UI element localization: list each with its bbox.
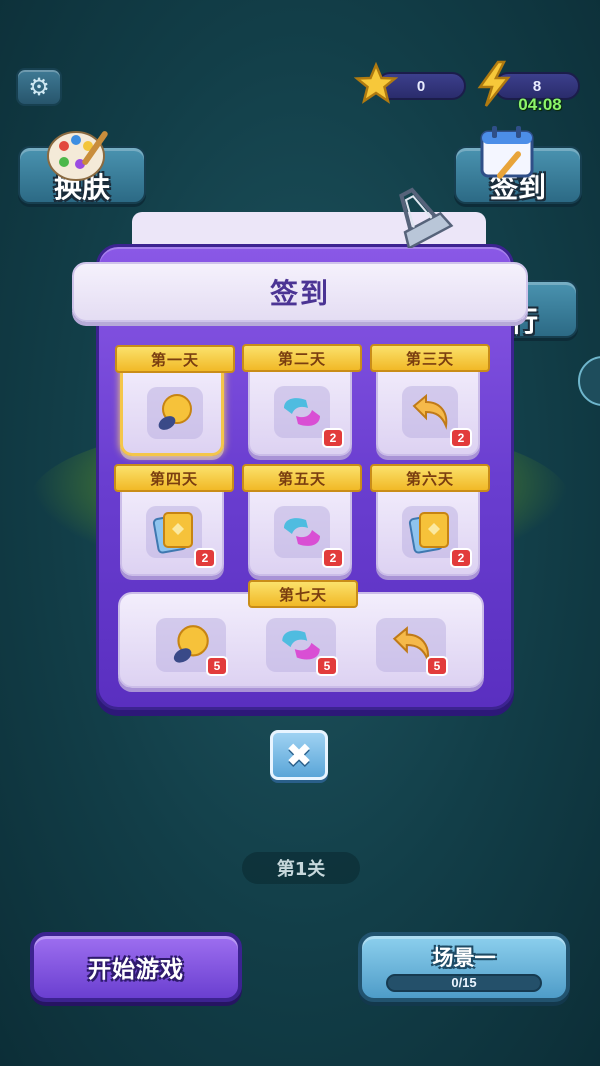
energy-count: 8 bbox=[532, 77, 542, 95]
reward-qty-badge: 2 bbox=[194, 548, 216, 568]
reward-slot: 5 bbox=[376, 618, 448, 676]
scene-title: 场景一 bbox=[432, 946, 496, 970]
energy-timer: 04:08 bbox=[518, 95, 562, 114]
side-drawer-tab[interactable] bbox=[578, 356, 600, 406]
day-ribbon: 第四天 bbox=[114, 464, 234, 492]
lightbulb-icon bbox=[158, 394, 192, 430]
day-ribbon: 第六天 bbox=[370, 464, 490, 492]
card-icon bbox=[152, 512, 193, 554]
binder-clip-icon bbox=[399, 187, 454, 248]
close-icon: ✖ bbox=[285, 736, 313, 774]
swap-shapes-icon bbox=[284, 518, 320, 546]
scene-progress-bar: 0/15 bbox=[386, 974, 542, 992]
gear-icon: ⚙ bbox=[28, 73, 50, 101]
modal-title-bar: 签到 bbox=[72, 262, 528, 322]
card-icon bbox=[408, 512, 449, 554]
modal-title: 签到 bbox=[269, 277, 330, 310]
reward-qty-badge: 5 bbox=[316, 656, 338, 676]
day-ribbon: 第五天 bbox=[242, 464, 362, 492]
day-card-4[interactable]: 第四天 2 bbox=[114, 464, 234, 576]
day-ribbon: 第三天 bbox=[370, 344, 490, 372]
star-icon bbox=[354, 62, 398, 104]
undo-arrow-icon bbox=[412, 393, 448, 430]
start-game-label: 开始游戏 bbox=[88, 957, 184, 983]
reward-qty-badge: 2 bbox=[450, 428, 472, 448]
level-indicator: 第1关 bbox=[242, 852, 360, 884]
day-card-7[interactable]: 第七天 5 5 5 bbox=[118, 580, 484, 688]
calendar-icon bbox=[480, 126, 534, 179]
day-ribbon: 第七天 bbox=[248, 580, 358, 608]
level-label: 第1关 bbox=[276, 859, 326, 880]
scene-progress-text: 0/15 bbox=[451, 975, 477, 990]
reward-slot bbox=[147, 387, 203, 439]
star-count: 0 bbox=[416, 77, 426, 95]
day-card-6[interactable]: 第六天 2 bbox=[370, 464, 490, 576]
scene-button[interactable]: 场景一 0/15 bbox=[358, 932, 570, 1002]
day-card-1[interactable]: 第一天 bbox=[115, 345, 235, 456]
reward-slot: 5 bbox=[266, 618, 338, 676]
day-ribbon: 第二天 bbox=[242, 344, 362, 372]
reward-qty-badge: 2 bbox=[322, 428, 344, 448]
swap-shapes-icon bbox=[284, 398, 320, 426]
day-card-5[interactable]: 第五天 2 bbox=[242, 464, 362, 576]
reward-qty-badge: 2 bbox=[322, 548, 344, 568]
start-game-button[interactable]: 开始游戏 bbox=[30, 932, 242, 1002]
settings-button[interactable]: ⚙ bbox=[16, 68, 62, 106]
reward-qty-badge: 2 bbox=[450, 548, 472, 568]
palette-icon bbox=[47, 131, 108, 181]
reward-qty-badge: 5 bbox=[206, 656, 228, 676]
reward-qty-badge: 5 bbox=[426, 656, 448, 676]
day-card-2[interactable]: 第二天 2 bbox=[242, 344, 362, 456]
reward-slot: 5 bbox=[156, 618, 228, 676]
day-ribbon: 第一天 bbox=[115, 345, 235, 373]
day-card-3[interactable]: 第三天 2 bbox=[370, 344, 490, 456]
close-button[interactable]: ✖ bbox=[270, 730, 328, 780]
